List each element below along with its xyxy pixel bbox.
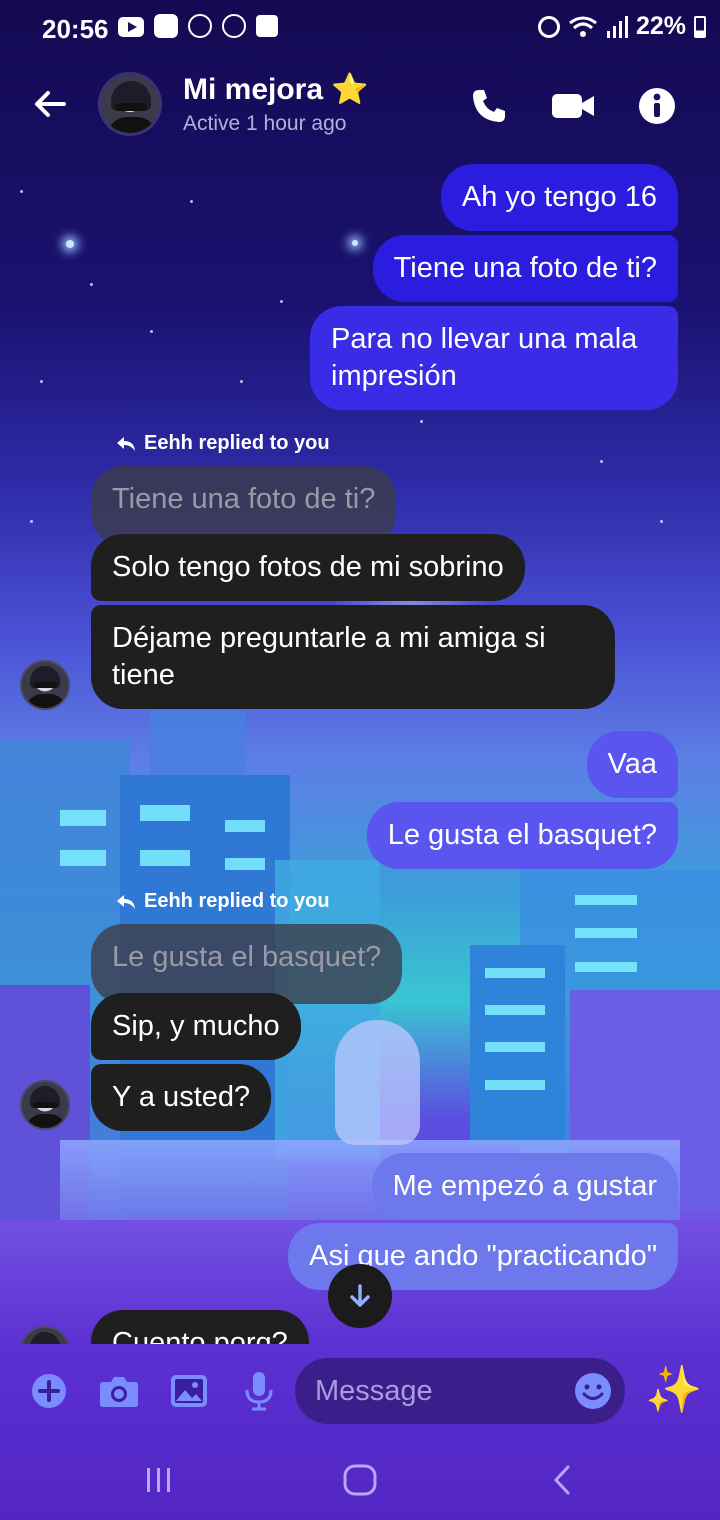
reply-indicator-text: Eehh replied to you xyxy=(144,432,330,454)
battery-percent: 22% xyxy=(635,12,686,40)
contact-avatar[interactable] xyxy=(98,72,162,136)
gallery-button[interactable] xyxy=(166,1368,212,1414)
quoted-message[interactable]: Le gusta el basquet? xyxy=(91,924,403,1004)
sparkles-icon: ✨ xyxy=(645,1363,703,1415)
notification-icons xyxy=(118,14,278,38)
microphone-icon xyxy=(245,1372,273,1411)
arrow-down-icon xyxy=(350,1284,370,1307)
back-arrow-icon xyxy=(35,91,66,117)
status-time: 20:56 xyxy=(42,14,109,44)
message-input-container[interactable] xyxy=(295,1358,625,1424)
recent-apps-button[interactable] xyxy=(137,1460,181,1500)
reply-indicator: Eehh replied to you xyxy=(116,432,330,455)
message-bubble-outgoing[interactable]: Ah yo tengo 16 xyxy=(440,164,678,231)
home-icon xyxy=(343,1464,377,1496)
app-notification-icon xyxy=(154,14,178,38)
alarm-clock-icon xyxy=(537,15,560,38)
status-bar: 20:56 22% xyxy=(0,0,720,56)
contact-name-row[interactable]: Mi mejora ⭐ xyxy=(183,72,368,107)
star-emoji: ⭐ xyxy=(331,73,369,106)
back-button[interactable] xyxy=(30,84,70,124)
youtube-icon xyxy=(118,17,144,37)
message-bubble-incoming[interactable]: Sip, y mucho xyxy=(91,993,301,1060)
sender-avatar[interactable] xyxy=(20,1326,70,1344)
reply-indicator-text: Eehh replied to you xyxy=(144,890,330,912)
message-bubble-incoming[interactable]: Solo tengo fotos de mi sobrino xyxy=(91,534,525,601)
reply-arrow-icon xyxy=(117,894,135,909)
sparkle-reaction-button[interactable]: ✨ xyxy=(645,1362,705,1422)
add-button[interactable] xyxy=(26,1368,72,1414)
sender-avatar[interactable] xyxy=(20,1080,70,1130)
message-input[interactable] xyxy=(315,1358,565,1424)
camera-button[interactable] xyxy=(96,1368,142,1414)
message-bubble-outgoing[interactable]: Me empezó a gustar xyxy=(371,1153,678,1220)
system-navigation-bar xyxy=(0,1440,720,1520)
phone-icon xyxy=(473,90,505,122)
message-bubble-incoming[interactable]: Déjame preguntarle a mi amiga si tiene xyxy=(91,605,615,709)
recents-icon xyxy=(147,1468,170,1492)
active-status: Active 1 hour ago xyxy=(183,112,347,135)
system-status-icons: 22% xyxy=(537,12,706,41)
alarm-icon xyxy=(222,14,246,38)
message-composer xyxy=(0,1344,720,1440)
chevron-left-icon xyxy=(553,1465,570,1495)
reply-indicator: Eehh replied to you xyxy=(116,890,330,913)
message-bubble-outgoing[interactable]: Para no llevar una mala impresión xyxy=(310,306,678,410)
video-camera-icon xyxy=(552,94,594,118)
gallery-icon xyxy=(256,15,278,37)
message-bubble-outgoing[interactable]: Tiene una foto de ti? xyxy=(372,235,678,302)
emoji-button[interactable] xyxy=(573,1371,613,1411)
plus-circle-icon xyxy=(32,1374,66,1408)
wifi-icon xyxy=(569,16,597,37)
sender-avatar[interactable] xyxy=(20,660,70,710)
contact-name: Mi mejora xyxy=(183,72,324,106)
voice-call-button[interactable] xyxy=(467,84,511,128)
voice-message-button[interactable] xyxy=(236,1368,282,1414)
message-bubble-incoming[interactable]: Cuento porq? xyxy=(91,1310,309,1344)
info-button[interactable] xyxy=(635,84,679,128)
image-icon xyxy=(171,1375,207,1407)
home-button[interactable] xyxy=(338,1460,382,1500)
signal-icon xyxy=(606,15,628,38)
video-call-button[interactable] xyxy=(551,84,595,128)
message-list[interactable]: Ah yo tengo 16 Tiene una foto de ti? Par… xyxy=(0,150,720,1344)
battery-charging-icon xyxy=(694,15,706,38)
conversation-header: Mi mejora ⭐ Active 1 hour ago xyxy=(0,60,720,150)
camera-icon xyxy=(100,1377,138,1407)
message-bubble-outgoing[interactable]: Le gusta el basquet? xyxy=(366,802,678,869)
scroll-to-bottom-button[interactable] xyxy=(328,1264,392,1328)
message-bubble-outgoing[interactable]: Vaa xyxy=(586,731,678,798)
system-back-button[interactable] xyxy=(540,1460,584,1500)
info-icon xyxy=(639,88,675,124)
messenger-icon xyxy=(188,14,212,38)
message-bubble-incoming[interactable]: Y a usted? xyxy=(91,1064,272,1131)
smiley-icon xyxy=(575,1373,611,1409)
reply-arrow-icon xyxy=(117,436,135,451)
